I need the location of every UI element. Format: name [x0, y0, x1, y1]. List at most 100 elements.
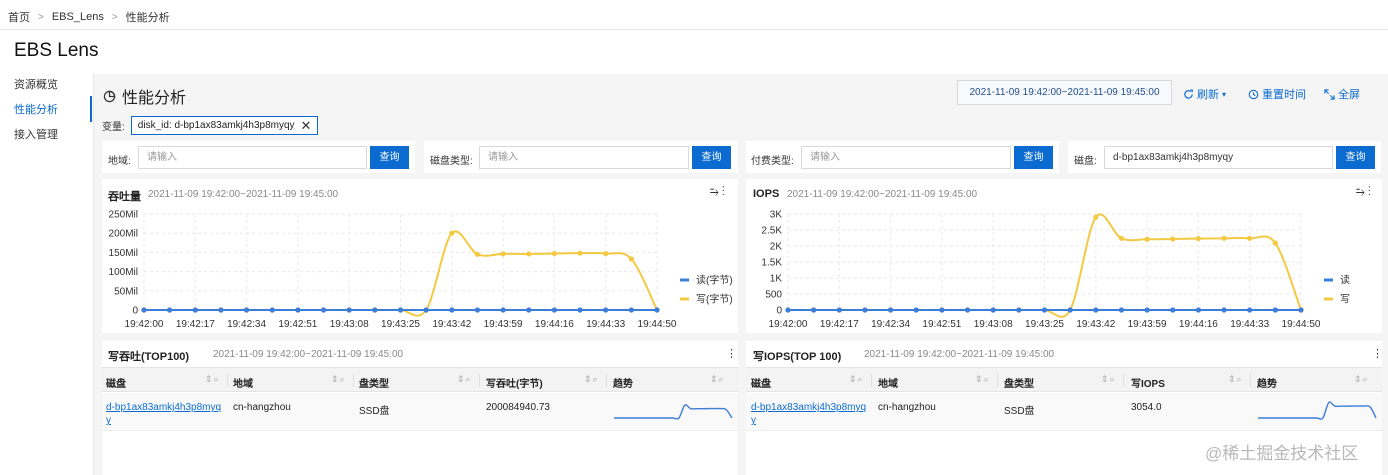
more-icon[interactable]: ⋮ [722, 186, 725, 198]
time-range-picker[interactable]: 2021-11-09 19:42:00~2021-11-09 19:45:00 [957, 80, 1172, 105]
trend-icon[interactable]: ⥲ [710, 186, 719, 198]
y-tick-label: 100Mil [109, 267, 138, 278]
more-icon[interactable]: ⋮ [1372, 347, 1383, 360]
x-tick-label: 19:43:25 [1025, 319, 1064, 330]
page-title: 性能分析 [103, 84, 186, 108]
data-point [1272, 307, 1278, 313]
disk-input[interactable]: d-bp1ax83amkj4h3p8myqy [1104, 146, 1333, 169]
more-icon[interactable]: ⋮ [726, 347, 737, 360]
query-button[interactable]: 查询 [692, 146, 731, 169]
sort-filter-icon[interactable]: ⇕⌕ [331, 374, 346, 385]
x-tick-label: 19:43:42 [1076, 319, 1115, 330]
fullscreen-button[interactable]: 全屏 [1324, 86, 1360, 102]
x-tick-label: 19:44:50 [638, 319, 677, 330]
data-point [372, 307, 378, 313]
legend-label: 读 [1340, 274, 1350, 287]
region-input[interactable]: 请输入 [138, 146, 367, 169]
x-tick-label: 19:43:08 [330, 319, 369, 330]
region-cell: cn-hangzhou [878, 402, 936, 413]
breadcrumb-app[interactable]: EBS_Lens [52, 11, 104, 23]
filter-label: 磁盘类型: [430, 156, 473, 167]
chart-title: IOPS [753, 188, 780, 200]
column-header-region[interactable]: 地域 [878, 375, 898, 390]
column-header-type[interactable]: 盘类型 [359, 375, 389, 390]
refresh-button[interactable]: 刷新 ▾ [1183, 86, 1226, 102]
table-row: d-bp1ax83amkj4h3p8myq y cn-hangzhou SSD盘 … [746, 393, 1382, 431]
close-icon[interactable]: ✕ [301, 118, 312, 134]
breadcrumb-current: 性能分析 [125, 12, 170, 24]
series-line [144, 230, 658, 317]
chart-subtitle: 2021-11-09 19:42:00~2021-11-09 19:45:00 [787, 189, 978, 200]
sort-filter-icon[interactable]: ⇕⌕ [1228, 374, 1243, 385]
table-header: 磁盘 ⇕⌕ 地域 ⇕⌕ 盘类型 ⇕⌕ 写IOPS ⇕⌕ 趋势 ⇕⌕ [746, 367, 1382, 392]
page-title-text: 性能分析 [122, 90, 187, 107]
trend-icon[interactable]: ⥲ [1356, 186, 1365, 198]
sort-filter-icon[interactable]: ⇕⌕ [1101, 374, 1116, 385]
data-point [1144, 307, 1150, 313]
y-tick-label: 3K [770, 210, 783, 221]
sort-filter-icon[interactable]: ⇕⌕ [205, 374, 220, 385]
data-point [939, 307, 945, 313]
column-header-value[interactable]: 写IOPS [1131, 375, 1165, 390]
sort-filter-icon[interactable]: ⇕⌕ [975, 374, 990, 385]
sparkline-path [613, 404, 733, 420]
filter-label: 付费类型: [751, 156, 794, 167]
query-button[interactable]: 查询 [370, 146, 409, 169]
sidebar-item-performance[interactable]: 性能分析 [14, 103, 94, 128]
column-header-region[interactable]: 地域 [233, 375, 253, 390]
data-point [295, 307, 301, 313]
refresh-label: 刷新 [1197, 89, 1219, 101]
disk-type-input[interactable]: 请输入 [479, 146, 689, 169]
x-tick-label: 19:42:34 [871, 319, 910, 330]
breadcrumb-home[interactable]: 首页 [8, 9, 30, 25]
query-button[interactable]: 查询 [1336, 146, 1375, 169]
data-point [1195, 236, 1201, 242]
y-tick-label: 2.5K [761, 226, 782, 237]
column-header-disk[interactable]: 磁盘 [106, 375, 126, 390]
sort-filter-icon[interactable]: ⇕⌕ [710, 374, 725, 385]
chevron-right-icon: > [38, 11, 44, 23]
more-icon[interactable]: ⋮ [1368, 186, 1371, 198]
variable-tag[interactable]: disk_id: d-bp1ax83amkj4h3p8myqy ✕ [130, 116, 319, 135]
disk-link[interactable]: d-bp1ax83amkj4h3p8myq y [751, 401, 866, 427]
column-header-value[interactable]: 写吞吐(字节) [486, 375, 543, 390]
x-tick-label: 19:43:59 [1128, 319, 1167, 330]
sort-filter-icon[interactable]: ⇕⌕ [584, 374, 599, 385]
table-title: 写IOPS(TOP 100) [753, 351, 842, 363]
chart-toolbar: ⥲ ⋮ [710, 186, 725, 199]
expand-icon [1324, 88, 1335, 100]
pay-type-input[interactable]: 请输入 [801, 146, 1011, 169]
data-point [449, 307, 455, 313]
table-title: 写吞吐(TOP100) [108, 351, 190, 363]
value-cell: 3054.0 [1131, 402, 1162, 413]
data-point [1118, 235, 1125, 241]
breadcrumb: 首页 > EBS_Lens > 性能分析 [8, 9, 170, 25]
sort-filter-icon[interactable]: ⇕⌕ [849, 374, 864, 385]
reset-time-button[interactable]: 重置时间 [1248, 86, 1306, 102]
x-tick-label: 19:42:00 [125, 319, 164, 330]
sidebar-item-access[interactable]: 接入管理 [14, 128, 94, 153]
sort-filter-icon[interactable]: ⇕⌕ [1354, 374, 1369, 385]
table-subtitle: 2021-11-09 19:42:00~2021-11-09 19:45:00 [213, 349, 404, 360]
filter-label: 地域: [108, 156, 131, 167]
x-tick-label: 19:42:51 [278, 319, 317, 330]
disk-link[interactable]: d-bp1ax83amkj4h3p8myq y [106, 401, 221, 427]
data-point [1016, 307, 1022, 313]
variable-row: 变量: disk_id: d-bp1ax83amkj4h3p8myqy ✕ [102, 116, 319, 135]
data-point [1221, 235, 1227, 241]
data-point [526, 251, 532, 257]
data-point [320, 307, 327, 313]
y-tick-label: 0 [776, 306, 782, 317]
column-header-type[interactable]: 盘类型 [1004, 375, 1034, 390]
data-point [1041, 307, 1048, 313]
data-point [141, 307, 147, 313]
data-point [888, 307, 894, 313]
data-point [990, 307, 996, 313]
query-button[interactable]: 查询 [1014, 146, 1053, 169]
sidebar-item-overview[interactable]: 资源概览 [14, 78, 94, 103]
sort-filter-icon[interactable]: ⇕⌕ [457, 374, 472, 385]
column-header-disk[interactable]: 磁盘 [751, 375, 771, 390]
data-point [1247, 307, 1253, 313]
trend-sparkline [613, 404, 733, 420]
watermark: @稀土掘金技术社区 [1205, 444, 1359, 463]
